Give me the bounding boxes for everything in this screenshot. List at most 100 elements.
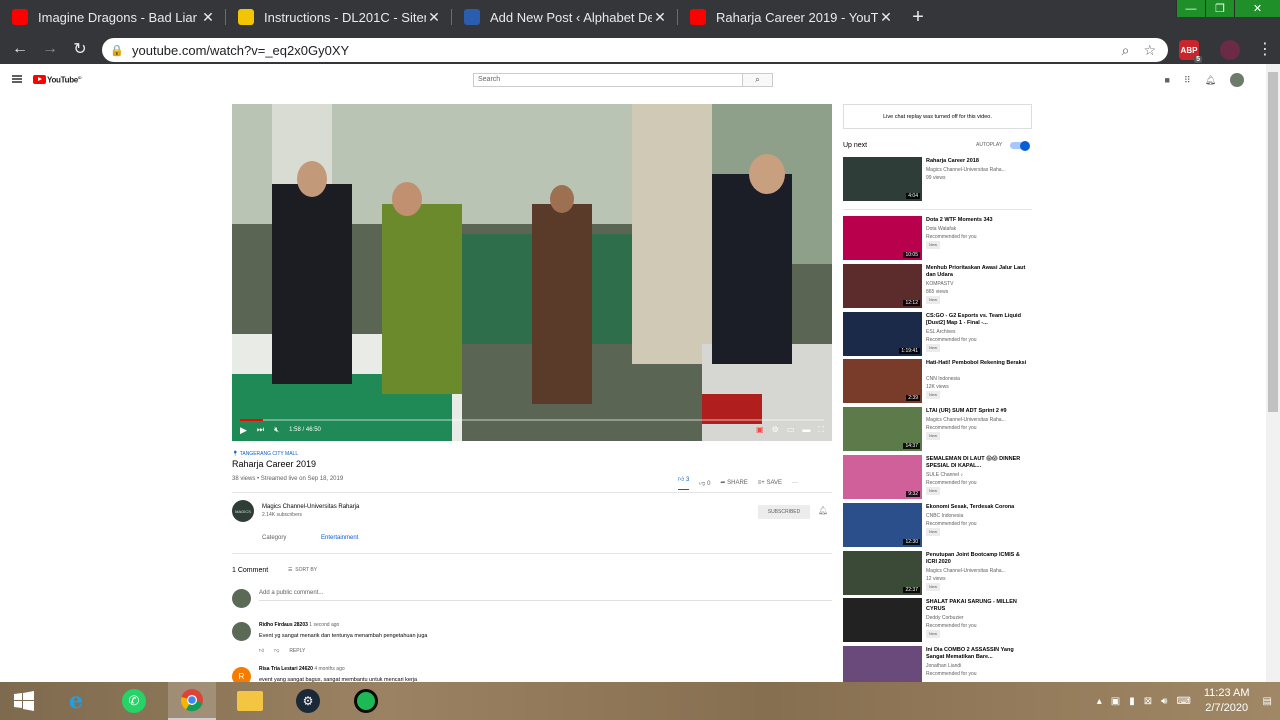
subscribe-button[interactable]: SUBSCRIBED [758,505,810,519]
video-thumbnail[interactable]: 14:37 [843,407,922,451]
video-title[interactable]: Penutupan Joint Bootcamp ICMIS & ICRI 20… [926,552,1031,566]
recommended-video[interactable]: 9:32 SEMALEMAN DI LAUT 😱😱 DINNER SPESIAL … [843,455,1033,499]
tab-2[interactable]: Add New Post ‹ Alphabet Develo ✕ [452,0,678,34]
channel-name[interactable]: CNN Indonesia [926,375,960,383]
autoplay-toggle[interactable] [1010,140,1030,151]
like-button[interactable]: 👍︎ 3 [678,475,690,490]
channel-name[interactable]: Magics Channel-Universitas Raharja [262,504,359,510]
create-video-icon[interactable]: ■ [1165,75,1170,85]
recommended-video[interactable]: 12:30 Ekonomi Sesak, Terdesak Corona CNBC … [843,503,1033,547]
bookmark-star-icon[interactable]: ☆ [1143,42,1156,59]
forward-button[interactable]: → [35,34,65,64]
video-title[interactable]: Ini Dia COMBO 2 ASSASSIN Yang Sangat Mem… [926,647,1031,661]
steam-button[interactable]: ⚙ [284,682,332,720]
play-icon[interactable]: ▶ [240,425,247,436]
fullscreen-icon[interactable]: ⛶ [818,425,824,435]
file-explorer-button[interactable] [226,682,274,720]
comment-dislike-icon[interactable]: 👎︎ [274,648,279,654]
whatsapp-button[interactable]: ✆ [110,682,158,720]
close-window-button[interactable]: ✕ [1234,0,1280,17]
start-button[interactable] [0,682,48,720]
page-scrollbar[interactable] [1266,64,1280,682]
recommended-video[interactable]: 4:04 Raharja Career 2018 Magics Channel-Un… [843,157,1033,201]
new-tab-button[interactable]: + [904,0,932,34]
video-title[interactable]: Menhub Prioritaskan Awasi Jalur Laut dan… [926,265,1031,279]
channel-name[interactable]: KOMPASTV [926,280,953,288]
more-actions-icon[interactable]: ··· [792,480,798,486]
location-link[interactable]: 📍︎ TANGERANG CITY MALL [232,451,298,457]
video-thumbnail[interactable]: 12:12 [843,264,922,308]
share-button[interactable]: ➦ SHARE [720,479,747,486]
channel-name[interactable]: Deddy Corbuzier [926,614,964,622]
chrome-button[interactable] [168,682,216,720]
channel-name[interactable]: Magics Channel-Universitas Raha... [926,166,1006,174]
video-thumbnail[interactable] [843,598,922,642]
channel-name[interactable]: ESL Archives [926,328,956,336]
video-thumbnail[interactable]: 9:32 [843,455,922,499]
zoom-icon[interactable]: ⌕ [1122,42,1130,59]
maximize-button[interactable]: ❐ [1205,0,1234,17]
settings-icon[interactable]: ⚙ [772,425,779,435]
video-thumbnail[interactable]: 12:30 [843,503,922,547]
close-tab-icon[interactable]: ✕ [878,9,894,26]
url-text[interactable]: youtube.com/watch?v=_eq2x0Gy0XY [132,43,1122,58]
network-icon[interactable]: ▣ [1111,696,1120,707]
search-button[interactable]: ⌕ [742,73,773,87]
keyboard-icon[interactable]: ⌨ [1176,696,1190,707]
video-title[interactable]: Dota 2 WTF Moments 343 [926,217,1031,224]
notifications-bell-icon[interactable]: 🔔︎ [1205,75,1216,86]
profile-avatar-icon[interactable] [1220,40,1240,60]
comment-author[interactable]: Risa Tria Lestari 24620 4 months ago [259,666,345,672]
reload-button[interactable]: ↻ [65,34,95,64]
comment-author[interactable]: Ridho Firdaus 28203 1 second ago [259,622,339,628]
tab-3[interactable]: Raharja Career 2019 - YouTube ✕ [678,0,904,34]
recommended-video[interactable]: 14:37 LTAI (UR) SUM ADT Sprint 2 #9 Magics… [843,407,1033,451]
video-thumbnail[interactable]: 1:19:41 [843,312,922,356]
video-title[interactable]: Hati-Hati! Pembobol Rekening Beraksi [926,360,1031,367]
close-tab-icon[interactable]: ✕ [426,9,442,26]
recommended-video[interactable]: 10:05 Dota 2 WTF Moments 343 Dota Watafak R… [843,216,1033,260]
video-player[interactable]: ▶ ⏭ 🔇︎ 1:58 / 46:50 ▣ ⚙ ▭ ▬ ⛶ [232,104,832,441]
minimize-button[interactable]: — [1176,0,1205,17]
recommended-video[interactable]: SHALAT PAKAI SARUNG - MILLEN CYRUS Deddy … [843,598,1033,642]
sort-by-button[interactable]: ☰ SORT BY [288,567,317,573]
tab-1[interactable]: Instructions - DL201C - Sitem Ba ✕ [226,0,452,34]
close-tab-icon[interactable]: ✕ [200,9,216,26]
next-icon[interactable]: ⏭ [257,425,264,435]
recommended-video[interactable]: 22:37 Penutupan Joint Bootcamp ICMIS & IC… [843,551,1033,595]
video-title[interactable]: Ekonomi Sesak, Terdesak Corona [926,504,1031,511]
channel-name[interactable]: Jonathan Liandi [926,662,961,670]
comment-like-icon[interactable]: 👍︎ [259,648,264,654]
internet-explorer-button[interactable]: e [52,682,100,720]
hamburger-menu-icon[interactable] [12,75,22,83]
recommended-video[interactable]: 1:19:41 CS:GO - G2 Esports vs. Team Liqui… [843,312,1033,356]
video-thumbnail[interactable]: 4:04 [843,157,922,201]
video-thumbnail[interactable]: 10:05 [843,216,922,260]
app-button[interactable] [342,682,390,720]
youtube-logo[interactable]: YouTubeID [33,75,82,85]
reply-button[interactable]: REPLY [289,648,305,654]
video-title[interactable]: Raharja Career 2018 [926,158,1031,165]
close-tab-icon[interactable]: ✕ [652,9,668,26]
scrollbar-thumb[interactable] [1268,72,1278,412]
notification-mute-icon[interactable]: ⊠ [1144,696,1152,707]
video-thumbnail[interactable]: 22:37 [843,551,922,595]
video-thumbnail[interactable]: 2:39 [843,359,922,403]
action-center-icon[interactable]: ▤ [1263,696,1272,707]
adblock-extension-icon[interactable]: ABP 5 [1179,40,1202,63]
theater-icon[interactable]: ▬ [802,425,810,435]
clock[interactable]: 11:23 AM 2/7/2020 [1200,686,1254,716]
recommended-video[interactable]: 2:39 Hati-Hati! Pembobol Rekening Beraksi… [843,359,1033,403]
channel-name[interactable]: CNBC Indonesia [926,512,963,520]
video-title[interactable]: LTAI (UR) SUM ADT Sprint 2 #9 [926,408,1031,415]
save-button[interactable]: ≡+ SAVE [758,480,782,486]
video-title[interactable]: SEMALEMAN DI LAUT 😱😱 DINNER SPESIAL DI K… [926,456,1031,470]
dislike-button[interactable]: 👎︎ 0 [699,479,710,487]
back-button[interactable]: ← [5,34,35,64]
channel-avatar[interactable]: MAGICS [232,500,254,522]
volume-tray-icon[interactable]: 🔊︎ [1161,696,1167,707]
comment-avatar[interactable] [232,622,251,641]
add-comment-input[interactable]: Add a public comment... [259,590,323,596]
address-bar[interactable]: 🔒 youtube.com/watch?v=_eq2x0Gy0XY ⌕ ☆ [102,38,1168,62]
channel-name[interactable]: Magics Channel-Universitas Raha... [926,567,1006,575]
